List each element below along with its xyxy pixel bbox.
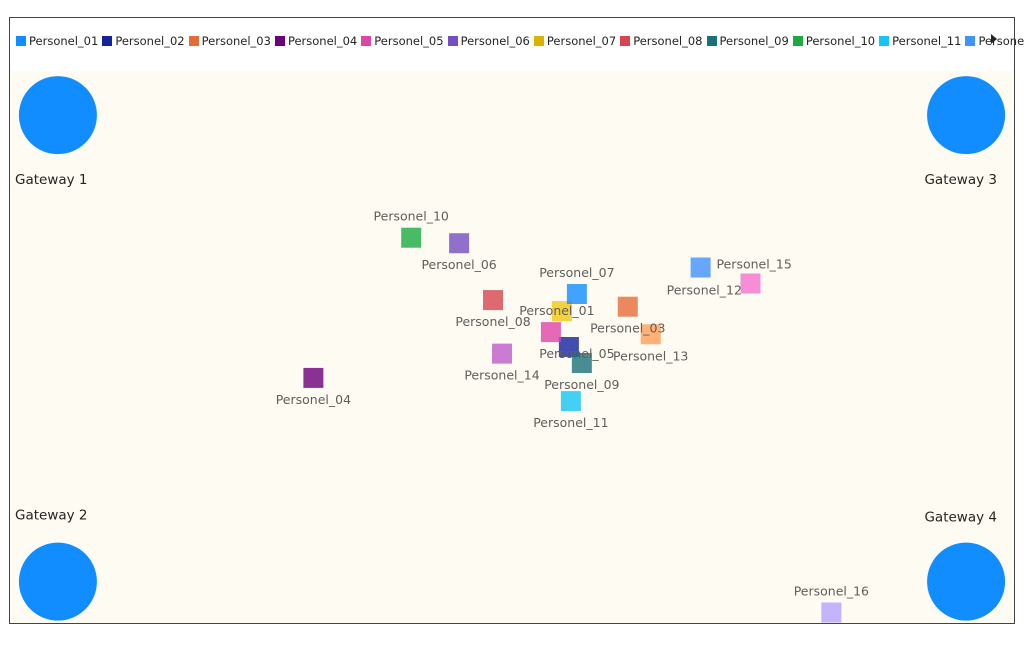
legend-label: Personel_03: [201, 34, 271, 48]
legend-label: Personel_04: [287, 34, 358, 48]
data-point[interactable]: [303, 367, 324, 388]
legend-swatch: [274, 36, 285, 46]
data-point-label: Personel_14: [464, 368, 539, 383]
legend-swatch: [188, 36, 199, 46]
legend-swatch: [447, 36, 458, 46]
gateway-marker[interactable]: [927, 542, 1006, 621]
legend-label: Personel_10: [805, 34, 876, 48]
legend-item[interactable]: Personel_03: [188, 34, 271, 48]
data-point[interactable]: [617, 296, 638, 317]
legend-label: Personel_12: [978, 34, 1024, 48]
legend-swatch: [16, 36, 26, 46]
legend-item[interactable]: Personel_06: [447, 34, 530, 48]
data-point-label: Personel_13: [613, 348, 688, 363]
data-point-label: Personel_16: [794, 584, 869, 599]
data-point-label: Personel_15: [717, 257, 792, 272]
gateway-label: Gateway 1: [15, 172, 88, 188]
data-point-label: Personel_03: [590, 321, 665, 336]
data-point[interactable]: [566, 284, 587, 305]
data-point[interactable]: [690, 257, 711, 278]
gateway-marker[interactable]: [18, 76, 97, 155]
legend-swatch: [533, 36, 544, 46]
legend-item[interactable]: Personel_09: [706, 34, 789, 48]
data-point[interactable]: [821, 602, 842, 623]
legend-item[interactable]: Personel_01: [16, 34, 98, 48]
gateway-label: Gateway 3: [924, 172, 997, 188]
legend-item[interactable]: Personel_11: [879, 34, 961, 48]
scatter-chart: Gateway 1 Gateway 2 Gateway 3 Gateway 4 Pers…: [15, 76, 1006, 623]
data-point-label: Personel_09: [544, 377, 619, 392]
data-point-label: Personel_06: [421, 257, 496, 272]
legend-item[interactable]: Personel_08: [620, 34, 703, 48]
gateway-label: Gateway 2: [15, 508, 88, 524]
legend-swatch: [620, 36, 631, 46]
legend-swatch: [879, 36, 890, 46]
data-point-label: Personel_08: [455, 314, 530, 329]
data-point[interactable]: [560, 391, 581, 412]
data-point-label: Personel_11: [533, 415, 608, 430]
legend-label: Personel_02: [115, 34, 185, 48]
gateway-marker[interactable]: [18, 542, 97, 621]
legend-label: Personel_09: [719, 34, 789, 48]
data-point-label: Personel_07: [539, 265, 614, 280]
data-point-label: Personel_05: [539, 346, 614, 361]
data-point[interactable]: [740, 273, 761, 294]
data-point[interactable]: [449, 233, 470, 254]
legend-label: Personel_07: [546, 34, 617, 48]
legend-item[interactable]: Personel_05: [361, 34, 444, 48]
legend-item[interactable]: Personel_10: [792, 34, 876, 48]
data-point-label: Personel_10: [374, 209, 449, 224]
chart-legend: Personel_01 Personel_02 Personel_03 Persone…: [16, 32, 1024, 50]
legend-label: Personel_11: [892, 34, 962, 48]
data-point[interactable]: [540, 322, 561, 343]
gateway-marker[interactable]: [927, 76, 1006, 155]
legend-swatch: [965, 36, 976, 46]
legend-swatch: [361, 36, 372, 46]
plot-area: Gateway 1 Gateway 2 Gateway 3 Gateway 4 Pers…: [10, 71, 1014, 623]
legend-label: Personel_08: [633, 34, 703, 48]
data-point[interactable]: [401, 227, 422, 248]
legend-swatch: [102, 36, 113, 46]
data-point[interactable]: [492, 343, 513, 364]
legend-swatch: [792, 36, 803, 46]
legend-next-arrow-icon[interactable]: [991, 34, 997, 44]
legend-item[interactable]: Personel_07: [533, 34, 617, 48]
legend-label: Personel_05: [374, 34, 444, 48]
gateway-label: Gateway 4: [924, 510, 997, 526]
legend-label: Personel_01: [29, 34, 99, 48]
legend-swatch: [706, 36, 717, 46]
data-point[interactable]: [483, 290, 504, 311]
legend-label: Personel_06: [460, 34, 530, 48]
legend-item[interactable]: Personel_02: [102, 34, 185, 48]
data-point-label: Personel_12: [667, 283, 742, 298]
data-point-label: Personel_04: [276, 392, 351, 407]
legend-item[interactable]: Personel_04: [274, 34, 358, 48]
